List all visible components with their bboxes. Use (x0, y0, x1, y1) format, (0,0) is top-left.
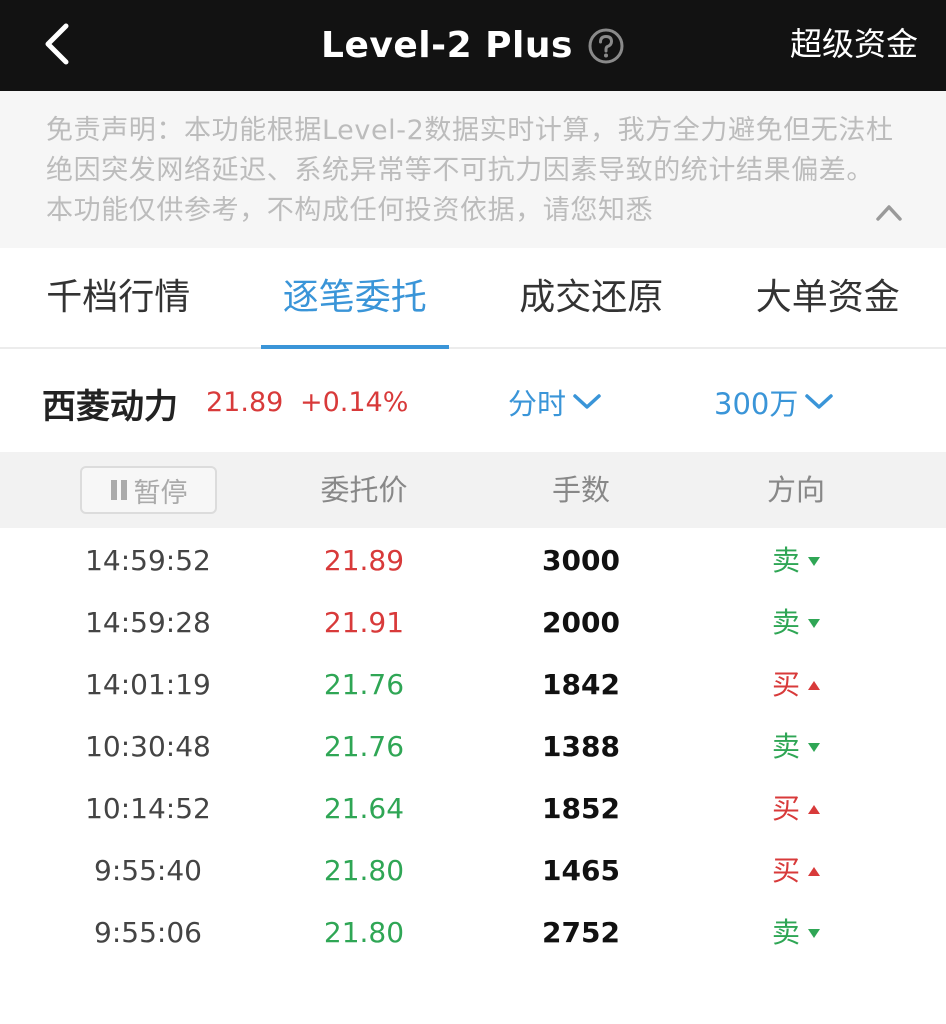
order-direction: 买 (706, 778, 886, 840)
triangle-up-icon (808, 680, 820, 690)
period-selector[interactable]: 分时 (508, 381, 602, 423)
pause-icon (110, 480, 128, 500)
table-header: 暂停 委托价 手数 方向 (0, 452, 946, 528)
order-quantity: 2000 (542, 606, 620, 639)
order-quantity: 1852 (542, 792, 620, 825)
order-time: 14:59:52 (85, 544, 211, 577)
order-price: 21.76 (323, 730, 405, 763)
tab-thousand-levels[interactable]: 千档行情 (0, 248, 237, 347)
triangle-up-icon (808, 866, 820, 876)
order-direction: 买 (706, 654, 886, 716)
order-quantity: 1465 (542, 854, 620, 887)
triangle-down-icon (808, 928, 820, 938)
triangle-down-icon (808, 618, 820, 628)
tab-trade-restore[interactable]: 成交还原 (473, 248, 710, 347)
triangle-down-icon (808, 556, 820, 566)
direction-label: 卖 (771, 916, 800, 949)
order-time: 9:55:06 (94, 916, 202, 949)
direction-wrap: 买 (772, 840, 820, 902)
order-list: 14:59:52 21.89 3000 卖 14:59:28 21.91 2000 卖 14:0… (0, 530, 946, 964)
direction-label: 买 (771, 792, 800, 825)
table-row: 10:14:52 21.64 1852 买 (0, 778, 946, 840)
triangle-down-icon (808, 742, 820, 752)
direction-label: 卖 (771, 544, 800, 577)
order-direction: 卖 (706, 902, 886, 964)
order-quantity: 2752 (542, 916, 620, 949)
stock-change: +0.14% (300, 387, 409, 418)
direction-wrap: 卖 (772, 592, 820, 654)
order-price: 21.89 (323, 544, 405, 577)
table-row: 10:30:48 21.76 1388 卖 (0, 716, 946, 778)
direction-wrap: 卖 (772, 530, 820, 592)
stock-name: 西菱动力 (42, 387, 178, 427)
chevron-down-icon (805, 394, 834, 409)
stock-price: 21.89 (206, 387, 284, 418)
disclaimer-panel: 免责声明：本功能根据Level-2数据实时计算，我方全力避免但无法杜绝因突发网络… (0, 91, 946, 248)
direction-wrap: 卖 (772, 902, 820, 964)
order-price: 21.76 (323, 668, 405, 701)
triangle-up-icon (808, 804, 820, 814)
top-bar: Level-2 Plus 超级资金 (0, 0, 946, 91)
order-direction: 卖 (706, 716, 886, 778)
table-row: 9:55:06 21.80 2752 卖 (0, 902, 946, 964)
super-fund-link[interactable]: 超级资金 (790, 0, 918, 91)
chevron-up-icon[interactable] (874, 201, 904, 223)
order-price: 21.80 (323, 854, 405, 887)
column-header-price: 委托价 (320, 473, 408, 507)
order-time: 14:01:19 (85, 668, 211, 701)
direction-label: 卖 (771, 606, 800, 639)
order-price: 21.80 (323, 916, 405, 949)
table-row: 14:59:28 21.91 2000 卖 (0, 592, 946, 654)
tab-big-order-funds[interactable]: 大单资金 (710, 248, 946, 347)
order-direction: 卖 (706, 530, 886, 592)
order-quantity: 1842 (542, 668, 620, 701)
column-header-direction: 方向 (766, 473, 825, 507)
order-time: 9:55:40 (94, 854, 202, 887)
order-time: 10:30:48 (85, 730, 211, 763)
order-quantity: 1388 (542, 730, 620, 763)
direction-label: 卖 (771, 730, 800, 763)
order-time: 10:14:52 (85, 792, 211, 825)
tab-bar: 千档行情 逐笔委托 成交还原 大单资金 (0, 248, 946, 349)
order-price: 21.64 (323, 792, 405, 825)
column-header-quantity: 手数 (551, 473, 610, 507)
period-selector-label: 分时 (508, 387, 567, 421)
order-direction: 买 (706, 840, 886, 902)
direction-label: 买 (771, 668, 800, 701)
direction-wrap: 卖 (772, 716, 820, 778)
amount-selector-label: 300万 (714, 387, 799, 421)
tab-order-by-order[interactable]: 逐笔委托 (237, 248, 474, 349)
page-title: Level-2 Plus (321, 25, 573, 66)
direction-wrap: 买 (772, 778, 820, 840)
stock-info-row: 西菱动力 21.89 +0.14% 分时 300万 (0, 351, 946, 451)
direction-wrap: 买 (772, 654, 820, 716)
chevron-down-icon (573, 394, 601, 409)
order-price: 21.91 (323, 606, 405, 639)
disclaimer-text: 免责声明：本功能根据Level-2数据实时计算，我方全力避免但无法杜绝因突发网络… (46, 115, 894, 226)
order-direction: 卖 (706, 592, 886, 654)
order-time: 14:59:28 (85, 606, 211, 639)
direction-label: 买 (771, 854, 800, 887)
order-quantity: 3000 (542, 544, 620, 577)
table-row: 14:59:52 21.89 3000 卖 (0, 530, 946, 592)
pause-button[interactable]: 暂停 (80, 466, 217, 514)
amount-selector[interactable]: 300万 (714, 381, 834, 423)
table-row: 14:01:19 21.76 1842 买 (0, 654, 946, 716)
question-circle-icon[interactable] (587, 27, 625, 65)
table-row: 9:55:40 21.80 1465 买 (0, 840, 946, 902)
pause-button-label: 暂停 (133, 477, 188, 509)
